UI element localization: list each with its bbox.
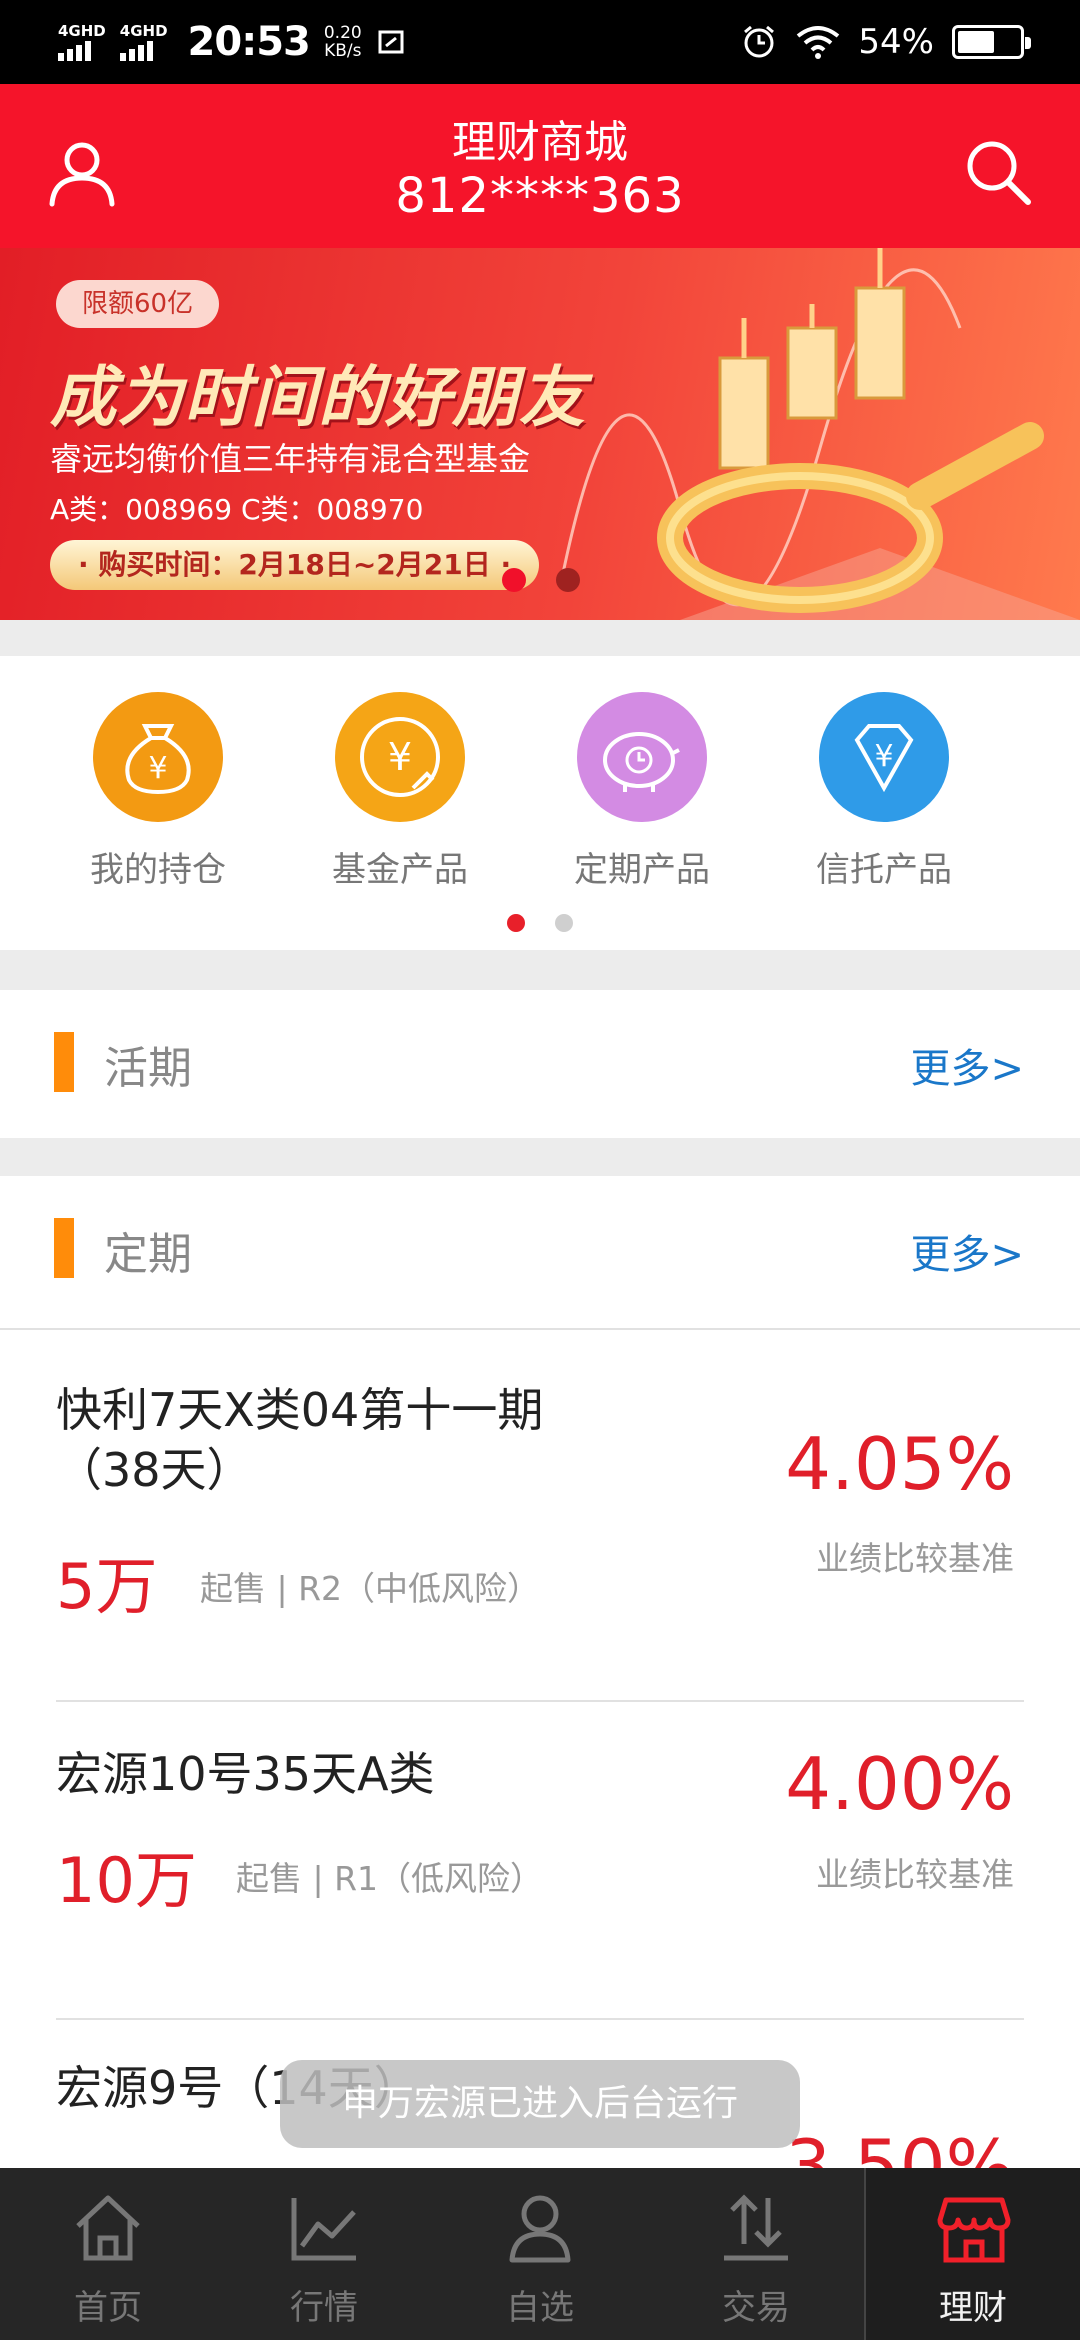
signal-bars-icon xyxy=(119,39,153,61)
list-item[interactable]: 快利7天X类04第十一期 （38天） 5万 起售 | R2（中低风险） 4.05… xyxy=(0,1328,1080,1700)
tab-label: 理财 xyxy=(939,2288,1007,2328)
tab-home[interactable]: 首页 xyxy=(0,2168,216,2340)
quick-item-fixed[interactable]: 定期产品 xyxy=(542,692,742,891)
page-title: 理财商城 xyxy=(452,117,628,168)
product-rate: 3.50% xyxy=(785,2124,1014,2168)
diamond-yuan-icon: ¥ xyxy=(819,692,949,822)
banner-illustration xyxy=(560,248,1080,620)
status-bar: 4GHD 4GHD 20:53 0.20 KB/s 54% xyxy=(0,0,1080,84)
quick-item-funds[interactable]: ¥ 基金产品 xyxy=(300,692,500,891)
app-header: 理财商城 812****363 xyxy=(0,84,1080,248)
network-type-2: 4GHD xyxy=(119,22,168,40)
product-name: 快利7天X类04第十一期 xyxy=(56,1383,544,1437)
min-amount: 10万 xyxy=(56,1844,197,1917)
chart-icon xyxy=(291,2198,356,2261)
more-link[interactable]: 更多> xyxy=(910,1036,1024,1094)
home-icon xyxy=(76,2195,140,2261)
rate-label: 业绩比较基准 xyxy=(816,1855,1014,1894)
money-bag-icon: ¥ xyxy=(93,692,223,822)
product-name-term: （38天） xyxy=(56,1443,253,1497)
network-speed: 0.20 KB/s xyxy=(324,24,362,60)
speed-value: 0.20 xyxy=(323,23,362,43)
product-tags: 起售 | R2（中低风险） xyxy=(200,1569,541,1608)
svg-text:¥: ¥ xyxy=(148,751,167,786)
quick-item-holdings[interactable]: ¥ 我的持仓 xyxy=(58,692,258,891)
list-item[interactable]: 宏源10号35天A类 10万 起售 | R1（低风险） 4.00% 业绩比较基准 xyxy=(0,1702,1080,2018)
tab-market[interactable]: 行情 xyxy=(216,2168,432,2340)
speed-unit: KB/s xyxy=(324,41,362,61)
quick-item-label: 信托产品 xyxy=(816,850,952,890)
signal-2: 4GHD xyxy=(119,22,168,61)
tab-wealth[interactable]: 理财 xyxy=(864,2168,1080,2340)
svg-text:¥: ¥ xyxy=(874,739,893,774)
tab-trade[interactable]: 交易 xyxy=(648,2168,864,2340)
battery-percent: 54% xyxy=(858,22,934,62)
bottom-tab-bar: 首页 行情 自选 交易 理财 xyxy=(0,2168,1080,2340)
banner-headline: 成为时间的好朋友 xyxy=(50,359,586,436)
section-current: 活期 更多> xyxy=(0,990,1080,1138)
banner-buy-time: · 购买时间：2月18日~2月21日 · xyxy=(50,540,540,590)
toast-message: 申万宏源已进入后台运行 xyxy=(280,2060,800,2148)
rate-label: 业绩比较基准 xyxy=(816,1539,1014,1578)
section-accent-bar xyxy=(54,1032,74,1092)
section-accent-bar xyxy=(54,1218,74,1278)
alarm-icon xyxy=(744,25,775,58)
tab-label: 首页 xyxy=(74,2288,142,2328)
battery-icon xyxy=(952,25,1031,59)
fund-yuan-icon: ¥ xyxy=(335,692,465,822)
product-rate: 4.00% xyxy=(785,1742,1014,1826)
transfer-icon xyxy=(724,2194,788,2261)
min-amount: 5万 xyxy=(56,1550,158,1623)
tab-label: 交易 xyxy=(722,2288,790,2328)
svg-text:¥: ¥ xyxy=(388,735,412,779)
page-dot xyxy=(555,914,573,932)
signal-1: 4GHD xyxy=(58,23,106,61)
quick-menu: ¥ 我的持仓 ¥ 基金产品 定期产品 ¥ 信托产品 xyxy=(0,656,1080,950)
search-icon[interactable] xyxy=(958,132,1038,212)
section-fixed: 定期 更多> xyxy=(0,1176,1080,1328)
notification-icon xyxy=(378,30,404,54)
account-number: 812****363 xyxy=(395,168,685,224)
banner-fund-codes: A类：008969 C类：008970 xyxy=(50,493,424,526)
product-tags: 起售 | R1（低风险） xyxy=(236,1859,544,1898)
tab-watchlist[interactable]: 自选 xyxy=(432,2168,648,2340)
section-title: 活期 xyxy=(104,1043,192,1094)
banner-dot-active xyxy=(502,568,526,592)
page-dot-active xyxy=(507,914,525,932)
banner-dot xyxy=(556,568,580,592)
signal-bars-icon xyxy=(58,39,91,61)
promo-banner[interactable]: 限额60亿 成为时间的好朋友 睿远均衡价值三年持有混合型基金 A类：008969… xyxy=(0,248,1080,620)
store-icon xyxy=(937,2197,1011,2263)
product-list: 快利7天X类04第十一期 （38天） 5万 起售 | R2（中低风险） 4.05… xyxy=(0,1328,1080,2168)
quick-item-label: 定期产品 xyxy=(574,850,710,890)
quick-item-trust[interactable]: ¥ 信托产品 xyxy=(784,692,984,891)
network-type-1: 4GHD xyxy=(58,22,106,40)
page: 4GHD 4GHD 20:53 0.20 KB/s 54% 理财商城 812**… xyxy=(0,0,1080,2340)
quick-item-label: 我的持仓 xyxy=(90,850,226,890)
product-rate: 4.05% xyxy=(785,1422,1014,1506)
person-icon xyxy=(509,2195,571,2263)
wifi-icon xyxy=(797,26,840,59)
quick-item-label: 基金产品 xyxy=(332,850,468,890)
clock: 20:53 xyxy=(187,19,311,65)
more-link[interactable]: 更多> xyxy=(910,1222,1024,1280)
tab-label: 行情 xyxy=(290,2288,358,2328)
banner-fund-name: 睿远均衡价值三年持有混合型基金 xyxy=(50,440,531,478)
section-title: 定期 xyxy=(104,1229,192,1280)
piggy-bank-icon xyxy=(577,692,707,822)
limit-badge: 限额60亿 xyxy=(56,280,220,328)
tab-label: 自选 xyxy=(506,2288,574,2328)
product-name: 宏源10号35天A类 xyxy=(56,1747,435,1801)
